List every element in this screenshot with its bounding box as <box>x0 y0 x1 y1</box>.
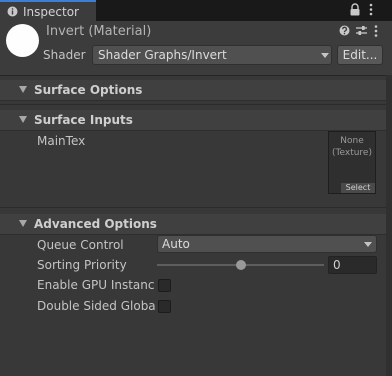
kebab-menu-icon[interactable] <box>374 25 378 37</box>
scrollbar-gutter <box>386 75 392 376</box>
texture-none-label: None (Texture) <box>332 136 372 158</box>
sorting-priority-label: Sorting Priority <box>37 258 127 272</box>
info-icon <box>7 6 18 17</box>
divider <box>0 207 392 208</box>
material-sphere-icon <box>6 24 39 57</box>
edit-shader-button[interactable]: Edit... <box>337 45 383 65</box>
queue-control-dropdown[interactable]: Auto <box>157 235 377 253</box>
chevron-down-icon <box>321 53 329 58</box>
shader-label: Shader <box>43 48 86 62</box>
sorting-priority-field[interactable]: 0 <box>328 256 377 274</box>
double-sided-gi-checkbox[interactable] <box>158 300 171 313</box>
tab-inspector[interactable]: Inspector <box>0 0 96 21</box>
section-title: Surface Options <box>34 83 143 97</box>
texture-select-button[interactable]: Select <box>341 183 375 193</box>
foldout-arrow-icon <box>19 220 27 227</box>
section-surface-options[interactable]: Surface Options <box>0 80 392 101</box>
queue-control-value: Auto <box>162 237 190 251</box>
shader-dropdown[interactable]: Shader Graphs/Invert <box>92 45 332 65</box>
maintex-label: MainTex <box>37 134 86 148</box>
gpu-instancing-checkbox[interactable] <box>158 279 171 292</box>
section-title: Surface Inputs <box>34 113 133 127</box>
tab-label: Inspector <box>23 5 79 19</box>
texture-object-field[interactable]: None (Texture) Select <box>328 131 376 194</box>
material-title: Invert (Material) <box>46 24 152 39</box>
gpu-instancing-label: Enable GPU Instancin <box>37 278 155 292</box>
chevron-down-icon <box>364 242 372 247</box>
lock-icon[interactable] <box>349 3 361 16</box>
sorting-priority-slider-thumb[interactable] <box>235 260 246 270</box>
double-sided-gi-label: Double Sided Global <box>37 299 155 313</box>
foldout-arrow-icon <box>19 116 27 123</box>
section-title: Advanced Options <box>34 217 157 231</box>
help-icon[interactable] <box>339 25 350 36</box>
section-advanced-options[interactable]: Advanced Options <box>0 214 392 235</box>
foldout-arrow-icon <box>19 86 27 93</box>
queue-control-label: Queue Control <box>37 238 124 252</box>
divider <box>0 104 392 105</box>
preset-icon[interactable] <box>356 25 367 36</box>
section-surface-inputs[interactable]: Surface Inputs <box>0 110 392 131</box>
shader-dropdown-value: Shader Graphs/Invert <box>98 48 227 62</box>
kebab-menu-icon[interactable] <box>368 3 374 16</box>
